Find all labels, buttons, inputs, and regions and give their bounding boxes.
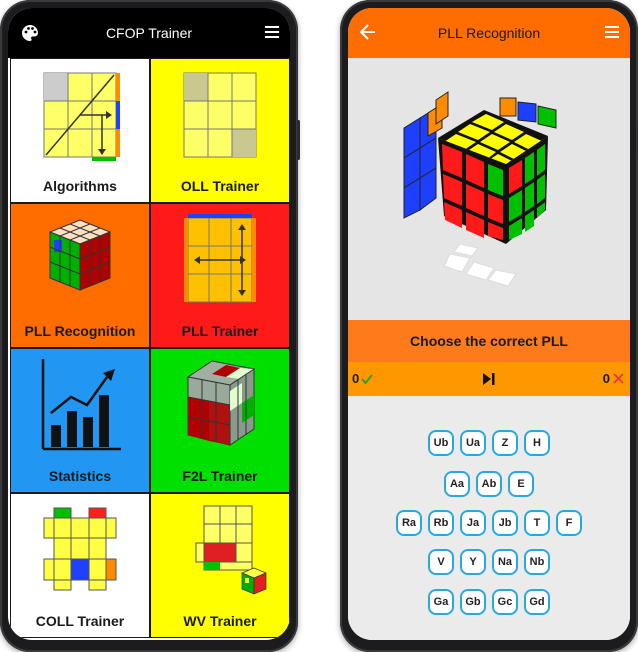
answer-row-5: Ga Gb Gc Gd [348, 589, 630, 615]
tile-f2l-trainer[interactable]: F2L Trainer [150, 348, 290, 493]
answer-button-y[interactable]: Y [460, 549, 486, 575]
answer-choices: Ub Ua Z H Aa Ab E Ra Rb Ja Jb T F V Y Na… [348, 396, 630, 640]
cube-bottom-face [443, 243, 517, 287]
wrong-score: 0 [603, 371, 624, 386]
answer-button-gd[interactable]: Gd [524, 589, 550, 615]
answer-row-4: V Y Na Nb [348, 549, 630, 575]
prompt-banner: Choose the correct PLL [348, 320, 630, 362]
answer-row-2: Aa Ab E [348, 471, 630, 497]
wrong-count: 0 [602, 371, 610, 386]
answer-button-ab[interactable]: Ab [476, 471, 502, 497]
back-arrow-icon[interactable] [358, 22, 378, 42]
score-bar: 0 0 [348, 362, 630, 396]
correct-score: 0 [352, 371, 374, 386]
tile-label-pll-trainer: PLL Trainer [181, 323, 259, 339]
palette-icon[interactable] [20, 23, 40, 43]
cube-icon [48, 219, 112, 291]
answer-button-ja[interactable]: Ja [460, 510, 486, 536]
tile-statistics[interactable]: Statistics [10, 348, 150, 493]
answer-button-ua[interactable]: Ua [460, 430, 486, 456]
answer-button-nb[interactable]: Nb [524, 549, 550, 575]
answer-button-ub[interactable]: Ub [428, 430, 454, 456]
home-screen: CFOP Trainer Algorithms OLL Trainer PLL … [8, 8, 290, 640]
skip-next-icon[interactable] [482, 372, 496, 386]
answer-button-gb[interactable]: Gb [460, 589, 486, 615]
pll-recognition-screen: PLL Recognition Choose the correct PLL 0… [348, 8, 630, 640]
volume-button [297, 120, 300, 160]
answer-button-t[interactable]: T [524, 510, 550, 536]
statistics-icon [41, 359, 121, 451]
wv-icon [195, 505, 267, 595]
tile-label-f2l-trainer: F2L Trainer [182, 468, 258, 484]
tile-label-statistics: Statistics [48, 468, 112, 484]
answer-row-1: Ub Ua Z H [348, 430, 630, 456]
correct-count: 0 [352, 371, 360, 386]
answer-button-na[interactable]: Na [492, 549, 518, 575]
answer-row-3: Ra Rb Ja Jb T F [348, 510, 630, 536]
answer-button-aa[interactable]: Aa [444, 471, 470, 497]
tile-label-pll-recognition: PLL Recognition [24, 323, 136, 339]
tile-pll-trainer[interactable]: PLL Trainer [150, 203, 290, 348]
oll-icon [183, 72, 257, 158]
answer-button-h[interactable]: H [524, 430, 550, 456]
pll-icon [184, 214, 256, 303]
tile-label-oll-trainer: OLL Trainer [180, 178, 260, 194]
pll-app-bar: PLL Recognition [348, 8, 630, 58]
answer-button-jb[interactable]: Jb [492, 510, 518, 536]
answer-button-v[interactable]: V [428, 549, 454, 575]
answer-button-rb[interactable]: Rb [428, 510, 454, 536]
right-phone-frame: PLL Recognition Choose the correct PLL 0… [340, 0, 638, 652]
pll-title: PLL Recognition [437, 25, 541, 41]
cross-icon [613, 373, 624, 384]
coll-icon [43, 507, 117, 591]
home-title: CFOP Trainer [105, 25, 193, 41]
tile-label-wv-trainer: WV Trainer [183, 613, 257, 629]
answer-button-ga[interactable]: Ga [428, 589, 454, 615]
f2l-cube-icon [186, 360, 256, 446]
tile-oll-trainer[interactable]: OLL Trainer [150, 58, 290, 203]
answer-button-gc[interactable]: Gc [492, 589, 518, 615]
tile-coll-trainer[interactable]: COLL Trainer [10, 493, 150, 638]
home-app-bar: CFOP Trainer [8, 8, 290, 58]
prompt-text: Choose the correct PLL [410, 333, 568, 349]
answer-button-f[interactable]: F [556, 510, 582, 536]
check-icon [361, 373, 374, 385]
tile-label-coll-trainer: COLL Trainer [35, 613, 125, 629]
menu-icon[interactable] [264, 25, 280, 39]
answer-button-e[interactable]: E [508, 471, 534, 497]
menu-icon[interactable] [604, 25, 620, 39]
tile-label-algorithms: Algorithms [43, 178, 117, 194]
cube-view [348, 58, 630, 320]
tile-pll-recognition[interactable]: PLL Recognition [10, 203, 150, 348]
left-phone-frame: CFOP Trainer Algorithms OLL Trainer PLL … [0, 0, 300, 652]
pll-cube-3d [403, 91, 557, 287]
menu-grid: Algorithms OLL Trainer PLL Recognition P… [10, 58, 290, 640]
algorithms-icon [43, 72, 120, 161]
answer-button-ra[interactable]: Ra [396, 510, 422, 536]
tile-algorithms[interactable]: Algorithms [10, 58, 150, 203]
answer-button-z[interactable]: Z [492, 430, 518, 456]
tile-wv-trainer[interactable]: WV Trainer [150, 493, 290, 638]
